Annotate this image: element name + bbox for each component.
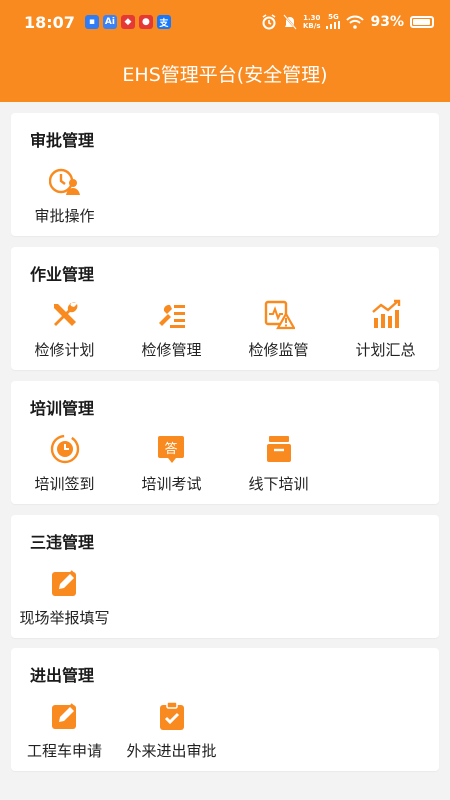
tools-list-icon xyxy=(158,304,185,328)
section-violations: 三违管理 现场举报填写 xyxy=(11,515,439,638)
menu-item-label: 工程车申请 xyxy=(26,742,102,760)
clipboard-check-icon xyxy=(159,701,184,730)
svg-text:答: 答 xyxy=(164,441,177,457)
approval-clock-person-icon xyxy=(48,168,80,195)
red-app-icon: ● xyxy=(138,15,153,29)
section-title: 培训管理 xyxy=(30,399,95,418)
page-title: EHS管理平台(安全管理) xyxy=(122,64,328,86)
section-title: 审批管理 xyxy=(30,131,95,150)
shopping-app-icon: ◆ xyxy=(120,15,135,29)
section-training: 培训管理 培训签到 答 培训考试 线下培训 xyxy=(11,381,439,504)
edit-pencil-icon xyxy=(51,570,76,596)
battery-percent: 93% xyxy=(370,14,404,30)
wifi-icon xyxy=(346,15,365,29)
menu-item-maintenance-plan[interactable]: 检修计划 xyxy=(11,299,118,360)
menu-item-visitor-access-approval[interactable]: 外来进出审批 xyxy=(118,700,225,761)
menu-item-maintenance-management[interactable]: 检修管理 xyxy=(118,299,225,360)
notification-app-icon: ▪ xyxy=(84,15,99,29)
section-approval: 审批管理 审批操作 xyxy=(11,113,439,236)
menu-item-approval-operation[interactable]: 审批操作 xyxy=(11,165,118,226)
ai-app-icon: Ai xyxy=(102,15,117,29)
alipay-icon: 支 xyxy=(156,15,171,29)
app-header: 18:07 ▪ Ai ◆ ● 支 1.30 KB/s 5G 93% EHS管理平… xyxy=(0,0,450,102)
menu-item-onsite-report[interactable]: 现场举报填写 xyxy=(11,567,118,628)
exam-answer-icon: 答 xyxy=(157,436,184,463)
section-title: 三违管理 xyxy=(30,533,95,552)
menu-item-label: 线下培训 xyxy=(248,475,309,493)
menu-item-label: 检修计划 xyxy=(34,341,95,359)
menu-item-plan-summary[interactable]: 计划汇总 xyxy=(332,299,439,360)
section-title: 进出管理 xyxy=(30,666,95,685)
bar-chart-trend-icon xyxy=(371,299,400,328)
section-operations: 作业管理 检修计划 检修管理 检修监管 计划汇总 xyxy=(11,247,439,370)
status-bar: 18:07 ▪ Ai ◆ ● 支 1.30 KB/s 5G 93% xyxy=(24,10,434,34)
signal-bars-icon xyxy=(326,21,341,29)
menu-item-training-signin[interactable]: 培训签到 xyxy=(11,433,118,494)
menu-item-vehicle-application[interactable]: 工程车申请 xyxy=(11,700,118,761)
mute-bell-icon xyxy=(283,14,297,30)
menu-item-label: 培训签到 xyxy=(34,475,95,493)
menu-item-label: 培训考试 xyxy=(141,475,202,493)
menu-item-label: 审批操作 xyxy=(34,207,95,225)
menu-item-label: 检修管理 xyxy=(141,341,202,359)
menu-item-maintenance-supervision[interactable]: 检修监管 xyxy=(225,299,332,360)
menu-item-label: 检修监管 xyxy=(248,341,309,359)
section-title: 作业管理 xyxy=(30,265,95,284)
wrench-screwdriver-icon xyxy=(53,302,77,326)
status-time: 18:07 xyxy=(24,12,75,32)
menu-item-offline-training[interactable]: 线下培训 xyxy=(225,433,332,494)
menu-item-label: 现场举报填写 xyxy=(19,609,110,627)
clock-signin-icon xyxy=(50,434,79,464)
network-speed: 1.30 KB/s xyxy=(303,14,321,30)
menu-item-training-exam[interactable]: 答 培训考试 xyxy=(118,433,225,494)
monitor-warning-icon xyxy=(264,300,295,330)
alarm-icon xyxy=(262,14,276,30)
menu-item-label: 计划汇总 xyxy=(355,341,416,359)
edit-pencil-icon xyxy=(51,703,76,729)
signal-indicator: 5G xyxy=(326,13,341,31)
menu-item-label: 外来进出审批 xyxy=(126,742,217,760)
battery-icon xyxy=(410,16,434,28)
section-access: 进出管理 工程车申请 外来进出审批 xyxy=(11,648,439,771)
inbox-box-icon xyxy=(266,436,291,462)
